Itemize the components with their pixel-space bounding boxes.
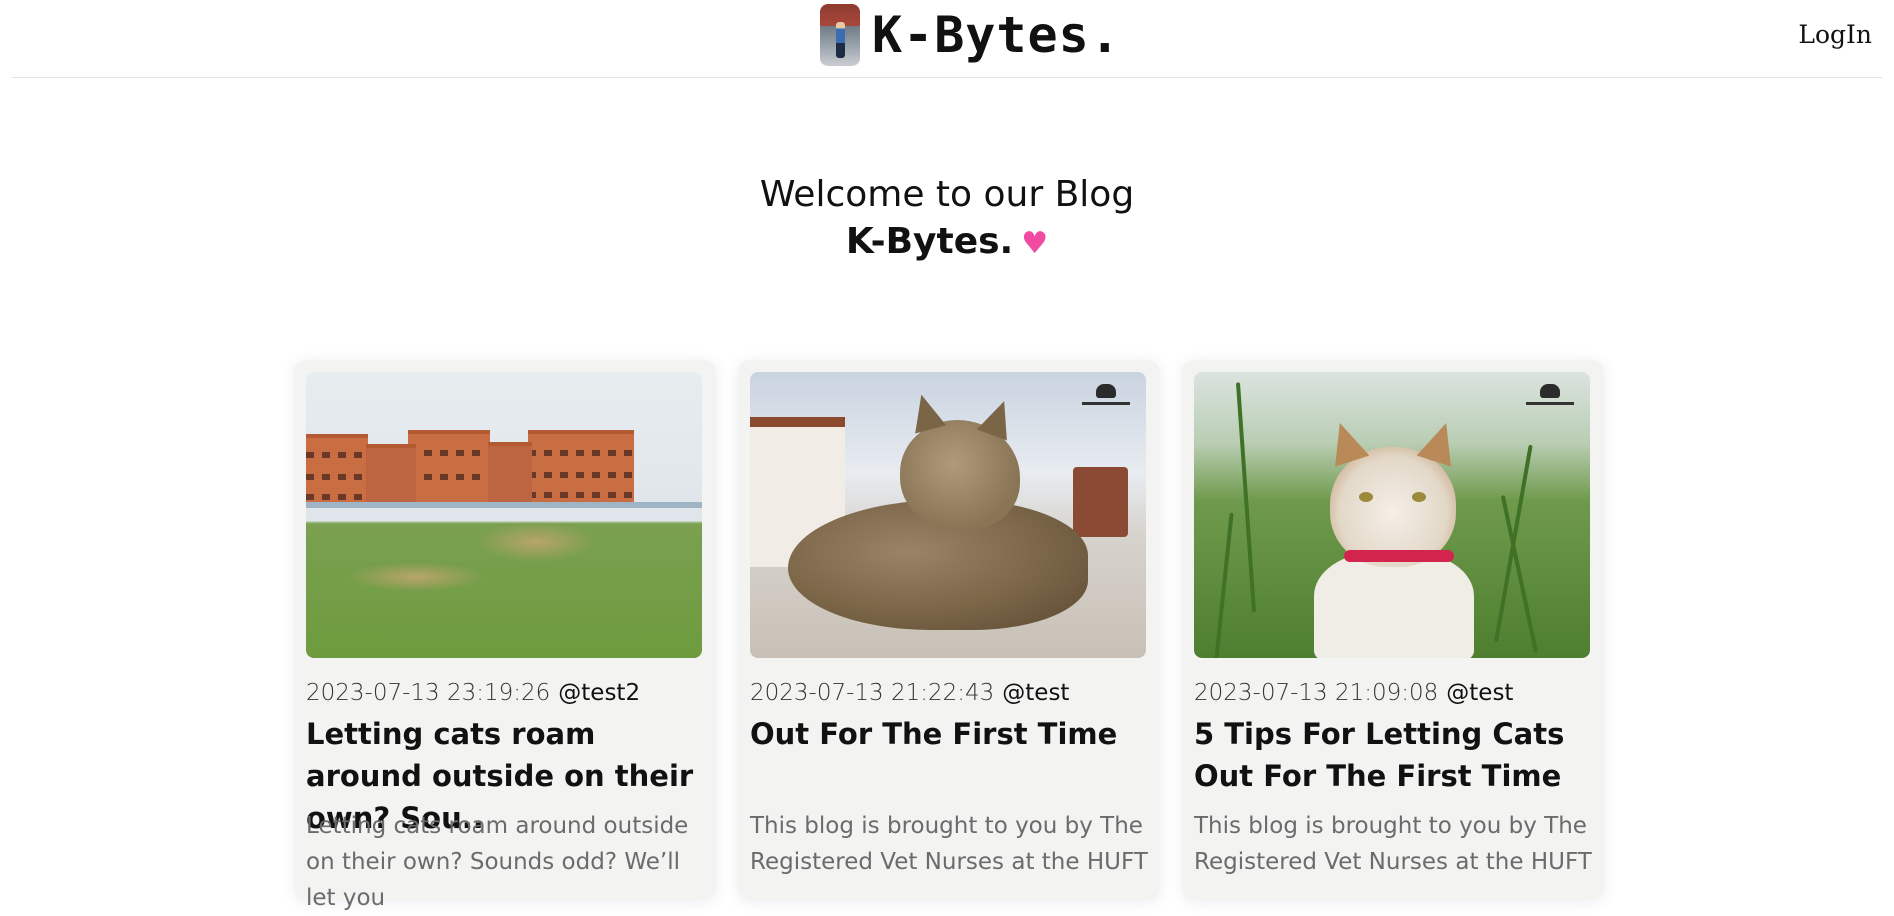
post-meta: 2023-07-13 21:09:08 @test [1194, 680, 1513, 706]
post-excerpt: This blog is brought to you by The Regis… [1194, 813, 1592, 875]
tabby-cat-image [750, 372, 1146, 658]
post-card[interactable]: 2023-07-13 21:22:43 @test Out For The Fir… [738, 360, 1160, 900]
cat-in-grass-image [1194, 372, 1590, 658]
hero-section: Welcome to our Blog K-Bytes. ♥ [0, 172, 1894, 266]
person-figure [836, 22, 845, 58]
post-card[interactable]: 2023-07-13 21:09:08 @test 5 Tips For Lett… [1182, 360, 1604, 900]
welcome-heading: Welcome to our Blog [759, 174, 1135, 215]
post-title[interactable]: 5 Tips For Letting Cats Out For The Firs… [1194, 713, 1592, 797]
post-date: 2023-07-13 23:19:26 [306, 680, 551, 706]
post-meta: 2023-07-13 23:19:26 @test2 [306, 680, 640, 706]
watermark-logo [1078, 380, 1134, 410]
post-author[interactable]: @test [1002, 680, 1069, 706]
post-card[interactable]: 2023-07-13 23:19:26 @test2 Letting cats r… [294, 360, 716, 911]
blog-name: K-Bytes. [845, 220, 1014, 262]
post-date: 2023-07-13 21:22:43 [750, 680, 995, 706]
post-excerpt: This blog is brought to you by The Regis… [750, 813, 1148, 875]
post-title[interactable]: Out For The First Time [750, 713, 1148, 755]
top-navbar: K-Bytes. LogIn [12, 0, 1882, 78]
post-date: 2023-07-13 21:09:08 [1194, 680, 1439, 706]
heart-icon: ♥ [1021, 225, 1049, 261]
post-meta: 2023-07-13 21:22:43 @test [750, 680, 1069, 706]
post-author[interactable]: @test2 [558, 680, 640, 706]
login-link[interactable]: LogIn [1798, 20, 1872, 49]
brand-link[interactable]: K-Bytes. [820, 4, 1121, 66]
watermark-logo [1522, 380, 1578, 410]
avatar [820, 4, 860, 66]
brand-title: K-Bytes. [872, 6, 1121, 64]
post-author[interactable]: @test [1446, 680, 1513, 706]
school-building-image [306, 372, 702, 658]
blog-name-heading: K-Bytes. ♥ [0, 219, 1894, 266]
post-excerpt: Letting cats roam around outside on thei… [306, 813, 689, 911]
